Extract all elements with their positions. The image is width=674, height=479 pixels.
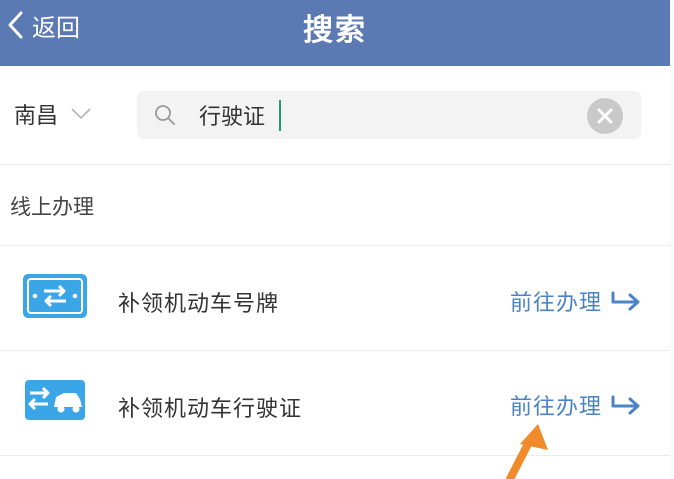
car-transfer-icon [25,380,85,420]
action-label: 前往办理 [510,395,603,420]
search-box[interactable] [137,91,641,139]
search-icon [155,105,175,125]
go-handle-button[interactable]: 前往办理 [510,285,642,317]
top-bar: 返回 搜索 [0,0,670,66]
arrow-annotation-icon [506,424,548,479]
city-selector[interactable]: 南昌 [14,98,92,130]
action-label: 前往办理 [510,291,603,316]
arrow-right-icon [611,291,640,311]
city-label: 南昌 [14,104,59,129]
right-edge [670,0,674,479]
search-input[interactable] [199,99,559,131]
page-title: 搜索 [303,13,367,48]
clear-button[interactable] [587,98,623,134]
chevron-down-icon [71,108,91,120]
arrow-right-icon [611,395,640,415]
section-title: 线上办理 [10,195,94,219]
item-label: 补领机动车行驶证 [118,397,303,422]
text-caret [279,100,281,131]
item-label: 补领机动车号牌 [118,292,280,317]
list-item[interactable]: 补领机动车行驶证 前往办理 [0,351,670,455]
list-item[interactable]: 补领机动车号牌 前往办理 [0,246,670,350]
divider [0,455,670,456]
divider [0,164,670,165]
license-plate-icon [23,274,87,318]
close-icon [597,108,613,124]
go-handle-button[interactable]: 前往办理 [510,389,642,421]
search-bar: 南昌 [0,66,670,164]
